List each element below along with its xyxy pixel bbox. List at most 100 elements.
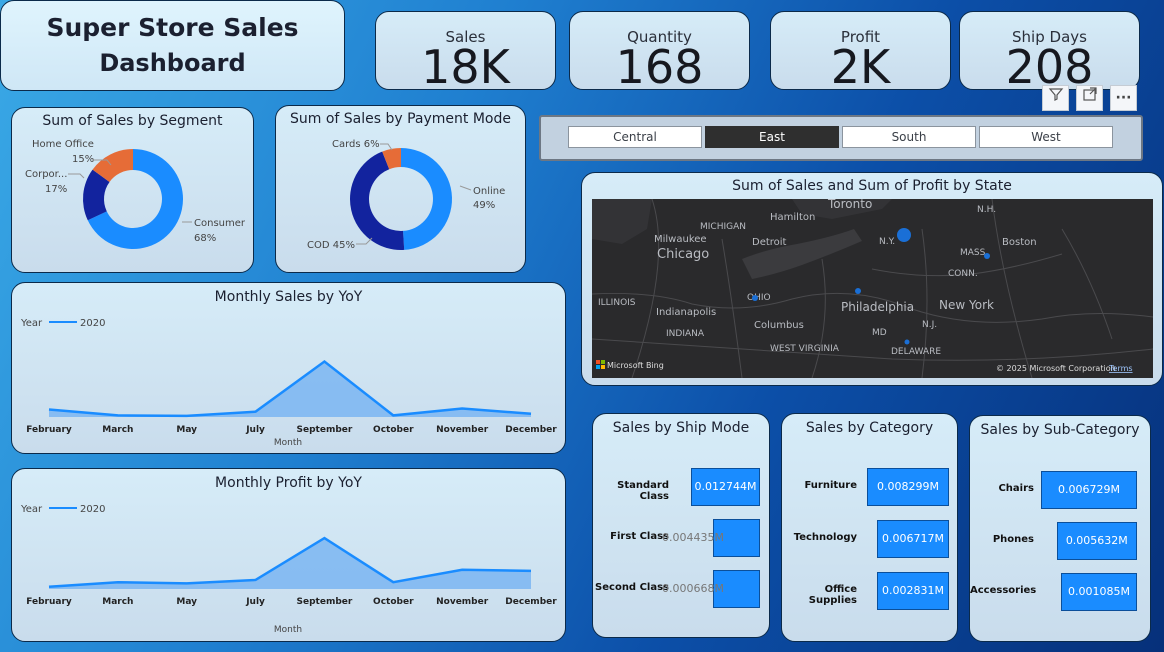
x-tick-label: November [436, 597, 489, 607]
map-label-chicago: Chicago [657, 247, 709, 262]
slicer-option-west[interactable]: West [979, 126, 1113, 148]
kpi-card-profit[interactable]: Profit 2K [770, 11, 951, 94]
label-cod: COD 45% [307, 240, 355, 251]
map-label-philadelphia: Philadelphia [841, 300, 914, 314]
x-tick-label: February [26, 597, 72, 607]
bar[interactable]: 0.006729M [1041, 471, 1137, 509]
state-map[interactable]: Toronto Hamilton MICHIGAN Milwaukee Detr… [592, 199, 1153, 378]
x-tick-label: December [505, 425, 557, 435]
x-tick-label: May [176, 597, 197, 607]
focus-mode-icon[interactable] [1076, 85, 1103, 111]
map-terms-link: Terms [1108, 364, 1133, 373]
map-bubble [855, 288, 861, 294]
x-tick-label: December [505, 597, 557, 607]
map-label-milwaukee: Milwaukee [654, 234, 707, 245]
payment-donut: Cards 6% Online 49% COD 45% [307, 139, 505, 251]
label-corporate: Corpor... [25, 169, 67, 180]
label-corporate-pct: 17% [45, 184, 67, 195]
kpi-value: 2K [830, 40, 891, 94]
map-label-indianapolis: Indianapolis [656, 307, 716, 318]
map-label-ohio: OHIO [747, 293, 771, 303]
map-label-ny: N.Y. [879, 237, 895, 247]
bar[interactable]: 0.001085M [1061, 573, 1137, 611]
bar[interactable]: 0.006717M [877, 520, 949, 558]
x-tick-label: February [26, 425, 72, 435]
label-cards: Cards 6% [332, 139, 380, 150]
bing-brand: Microsoft Bing [607, 361, 664, 370]
chart-title: Sum of Sales and Sum of Profit by State [732, 178, 1012, 194]
x-tick-label: October [373, 425, 414, 435]
legend-series: 2020 [80, 504, 105, 515]
map-bubble [897, 228, 911, 242]
bar[interactable]: 0.002831M [877, 572, 949, 610]
bar-data-label: 0.002831M [882, 584, 944, 597]
dashboard-title-card: Super Store Sales Dashboard [0, 0, 345, 91]
map-label-newyork: New York [939, 298, 994, 312]
bar-category-label: Phones [992, 534, 1034, 545]
x-axis-title: Month [274, 625, 302, 635]
map-bubble [984, 253, 990, 259]
bing-logo-icon [596, 360, 605, 369]
slicer-option-central[interactable]: Central [568, 126, 702, 148]
legend-title: Year [20, 504, 43, 515]
bar[interactable]: 0.012744M [691, 468, 760, 506]
slice-online [401, 148, 453, 250]
map-label-indiana: INDIANA [666, 329, 705, 339]
ship-mode-card: Sales by Ship Mode Standard Class 0.01274… [592, 413, 770, 638]
x-tick-label: July [245, 425, 265, 435]
bar-category-label: First Class [610, 531, 669, 542]
bar[interactable]: 0.005632M [1056, 522, 1137, 560]
x-tick-label: November [436, 425, 489, 435]
bar[interactable]: 0.000668M [662, 570, 760, 608]
region-slicer: Central East South West [539, 115, 1143, 161]
label-online: Online [473, 186, 505, 197]
label-home-office: Home Office [32, 139, 94, 150]
more-options-icon[interactable]: ··· [1110, 85, 1137, 111]
kpi-value: 18K [421, 40, 510, 94]
payment-chart-card: Sum of Sales by Payment Mode Cards 6% On… [275, 105, 526, 273]
monthly-sales-line-chart: Year 2020 Month February March May July Sept… [20, 318, 557, 448]
monthly-sales-card: Monthly Sales by YoY Year 2020 Month Feb… [11, 282, 566, 454]
bar-category-label: Second Class [595, 582, 669, 593]
segment-chart-card: Sum of Sales by Segment Home Office 15% … [11, 107, 254, 273]
legend-series: 2020 [80, 318, 105, 329]
x-tick-label: March [102, 597, 133, 607]
bar[interactable]: 0.004435M [662, 519, 760, 557]
x-tick-label: September [297, 425, 353, 435]
map-label-nj: N.J. [922, 320, 937, 330]
filter-icon[interactable] [1042, 85, 1069, 111]
map-label-toronto: Toronto [827, 199, 872, 211]
kpi-card-ship-days[interactable]: Ship Days 208 [959, 11, 1140, 94]
x-tick-label: March [102, 425, 133, 435]
bar-category-label: Standard Class [617, 480, 669, 502]
map-label-michigan: MICHIGAN [700, 222, 746, 232]
kpi-card-quantity[interactable]: Quantity 168 [569, 11, 750, 94]
segment-donut: Home Office 15% Corpor... 17% Consumer 6… [25, 139, 246, 249]
map-canvas: Toronto Hamilton MICHIGAN Milwaukee Detr… [592, 199, 1153, 378]
dashboard-title: Super Store Sales [46, 13, 299, 42]
legend-title: Year [20, 318, 43, 329]
kpi-value: 168 [615, 40, 704, 94]
x-tick-label: July [245, 597, 265, 607]
kpi-card-sales[interactable]: Sales 18K [375, 11, 556, 94]
bar-data-label: 0.006729M [1058, 483, 1120, 496]
map-label-conn: CONN. [948, 269, 978, 279]
slicer-option-east[interactable]: East [705, 126, 839, 148]
label-consumer: Consumer [194, 218, 246, 229]
chart-title: Sales by Category [805, 420, 934, 436]
x-tick-label: October [373, 597, 414, 607]
bar-category-label: Office Supplies [808, 584, 857, 606]
slicer-option-south[interactable]: South [842, 126, 976, 148]
bar-category-label: Technology [793, 532, 857, 543]
category-card: Sales by Category Furniture 0.008299M Tech… [781, 413, 958, 642]
bar-category-label: Furniture [804, 480, 857, 491]
map-label-hamilton: Hamilton [770, 212, 815, 223]
chart-title: Sales by Ship Mode [612, 420, 750, 436]
sub-category-card: Sales by Sub-Category Chairs 0.006729M Pho… [969, 415, 1151, 642]
label-consumer-pct: 68% [194, 233, 216, 244]
label-online-pct: 49% [473, 200, 495, 211]
bar-data-label: 0.012744M [694, 480, 757, 493]
bar[interactable]: 0.008299M [867, 468, 949, 506]
bar-category-label: Chairs [998, 483, 1034, 494]
map-copyright: © 2025 Microsoft Corporation [996, 364, 1116, 373]
